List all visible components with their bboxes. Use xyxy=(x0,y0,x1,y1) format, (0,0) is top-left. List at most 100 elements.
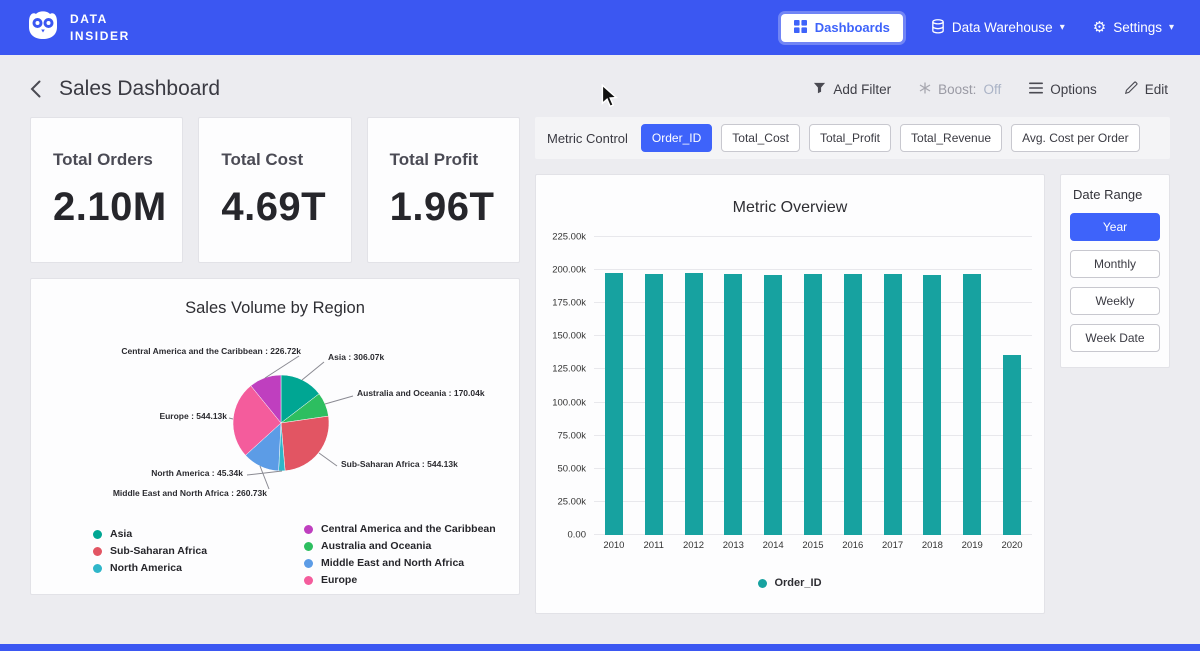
bar-2010[interactable] xyxy=(605,273,623,535)
kpi-value: 4.69T xyxy=(221,185,350,230)
y-tick-label: 25.00k xyxy=(557,496,586,507)
sales-volume-card: Sales Volume by Region Asia : 306.07k Au… xyxy=(30,278,520,595)
metric-button-total-cost[interactable]: Total_Cost xyxy=(721,124,800,152)
y-tick-label: 0.00 xyxy=(568,530,587,541)
pie-legend-item-middle-east-and-north-africa[interactable]: Middle East and North Africa xyxy=(304,557,505,569)
y-tick-label: 200.00k xyxy=(552,265,586,276)
x-tick-label: 2012 xyxy=(674,540,714,551)
edit-button[interactable]: Edit xyxy=(1125,81,1168,97)
metric-button-total-profit[interactable]: Total_Profit xyxy=(809,124,891,152)
gear-icon: ⚙ xyxy=(1093,20,1106,35)
y-tick-label: 125.00k xyxy=(552,364,586,375)
metric-overview-card: Metric Overview 0.00 25.00k 50.00k 75.00… xyxy=(535,174,1045,614)
x-tick-label: 2011 xyxy=(634,540,674,551)
kpi-label: Total Orders xyxy=(53,150,182,170)
pie-legend-item-asia[interactable]: Asia xyxy=(93,528,294,540)
y-tick-label: 100.00k xyxy=(552,397,586,408)
bar-column xyxy=(634,237,674,535)
dashboards-label: Dashboards xyxy=(815,20,890,35)
kpi-card-total-orders: Total Orders 2.10M xyxy=(30,117,183,263)
bar-column xyxy=(793,237,833,535)
kpi-card-total-cost: Total Cost 4.69T xyxy=(198,117,351,263)
legend-label-order-id[interactable]: Order_ID xyxy=(774,577,821,589)
pie-legend-item-north-america[interactable]: North America xyxy=(93,562,294,574)
legend-dot xyxy=(304,559,313,568)
pie-slice-sub-saharan-africa[interactable] xyxy=(281,416,329,471)
metric-button-avg-cost-per-order[interactable]: Avg. Cost per Order xyxy=(1011,124,1140,152)
data-warehouse-menu[interactable]: Data Warehouse ▾ xyxy=(931,19,1065,37)
bar-2011[interactable] xyxy=(645,274,663,535)
bar-column xyxy=(594,237,634,535)
options-button[interactable]: Options xyxy=(1029,82,1097,97)
x-tick-label: 2017 xyxy=(873,540,913,551)
bar-chart-legend[interactable]: Order_ID xyxy=(536,577,1044,589)
data-warehouse-label: Data Warehouse xyxy=(952,20,1053,35)
y-tick-label: 50.00k xyxy=(557,463,586,474)
date-range-label: Date Range xyxy=(1073,187,1160,202)
dashboards-button[interactable]: Dashboards xyxy=(781,14,903,42)
kpi-label: Total Profit xyxy=(390,150,519,170)
bar-2014[interactable] xyxy=(764,275,782,535)
bar-2017[interactable] xyxy=(884,274,902,535)
boost-toggle[interactable]: Boost: Off xyxy=(919,82,1001,97)
pie-label-line xyxy=(302,362,324,380)
metric-button-order-id[interactable]: Order_ID xyxy=(641,124,712,152)
pie-legend-item-australia-and-oceania[interactable]: Australia and Oceania xyxy=(304,540,505,552)
pie-label-line xyxy=(325,396,353,404)
pie-svg: Asia : 306.07k Australia and Oceania : 1… xyxy=(31,318,521,516)
navbar: DATA INSIDER Dashboards Data Warehouse ▾… xyxy=(0,0,1200,55)
legend-dot xyxy=(93,530,102,539)
bar-column xyxy=(952,237,992,535)
filter-funnel-icon xyxy=(813,81,826,97)
chevron-down-icon: ▾ xyxy=(1060,22,1065,33)
footer-strip xyxy=(0,644,1200,651)
settings-label: Settings xyxy=(1113,20,1162,35)
brand-text: DATA INSIDER xyxy=(70,11,130,45)
pie-label-line xyxy=(229,418,233,419)
brand-line2: INSIDER xyxy=(70,28,130,45)
bar-2018[interactable] xyxy=(923,275,941,535)
pie-legend-item-sub-saharan-africa[interactable]: Sub-Saharan Africa xyxy=(93,545,294,557)
pie-legend-label: Australia and Oceania xyxy=(321,540,431,552)
x-tick-label: 2019 xyxy=(952,540,992,551)
bar-column xyxy=(913,237,953,535)
pie-legend-item-europe[interactable]: Europe xyxy=(304,574,505,586)
brand-line1: DATA xyxy=(70,11,130,28)
chevron-down-icon: ▾ xyxy=(1169,22,1174,33)
bar-column xyxy=(753,237,793,535)
bar-2020[interactable] xyxy=(1003,355,1021,535)
x-tick-label: 2020 xyxy=(992,540,1032,551)
pie-label-middle-east-and-north-africa: Middle East and North Africa : 260.73k xyxy=(113,488,267,498)
metric-button-total-revenue[interactable]: Total_Revenue xyxy=(900,124,1002,152)
bar-2016[interactable] xyxy=(844,274,862,535)
date-range-button-year[interactable]: Year xyxy=(1070,213,1160,241)
pie-label-central-america-and-the-caribbean: Central America and the Caribbean : 226.… xyxy=(121,346,301,356)
bar-chart-x-axis: 2010201120122013201420152016201720182019… xyxy=(594,540,1032,551)
date-range-button-weekly[interactable]: Weekly xyxy=(1070,287,1160,315)
x-tick-label: 2014 xyxy=(753,540,793,551)
pie-legend-label: Sub-Saharan Africa xyxy=(110,545,207,557)
bar-2015[interactable] xyxy=(804,274,822,535)
bar-2019[interactable] xyxy=(963,274,981,535)
settings-menu[interactable]: ⚙ Settings ▾ xyxy=(1093,20,1174,35)
bar-2013[interactable] xyxy=(724,274,742,535)
options-list-icon xyxy=(1029,82,1043,97)
add-filter-button[interactable]: Add Filter xyxy=(813,81,891,97)
bar-2012[interactable] xyxy=(685,273,703,535)
y-tick-label: 75.00k xyxy=(557,430,586,441)
pie-label-asia: Asia : 306.07k xyxy=(328,352,385,362)
pie-legend-item-central-america-and-the-caribbean[interactable]: Central America and the Caribbean xyxy=(304,523,505,535)
back-button[interactable] xyxy=(30,80,41,98)
metric-control-label: Metric Control xyxy=(547,131,628,146)
add-filter-label: Add Filter xyxy=(833,82,891,97)
y-tick-label: 150.00k xyxy=(552,331,586,342)
metric-control-bar: Metric Control Order_ID Total_Cost Total_P… xyxy=(535,117,1170,159)
bar-column xyxy=(833,237,873,535)
date-range-button-monthly[interactable]: Monthly xyxy=(1070,250,1160,278)
kpi-card-total-profit: Total Profit 1.96T xyxy=(367,117,520,263)
options-label: Options xyxy=(1050,82,1097,97)
kpi-value: 1.96T xyxy=(390,185,519,230)
date-range-button-week-date[interactable]: Week Date xyxy=(1070,324,1160,352)
bar-column xyxy=(713,237,753,535)
x-tick-label: 2013 xyxy=(713,540,753,551)
